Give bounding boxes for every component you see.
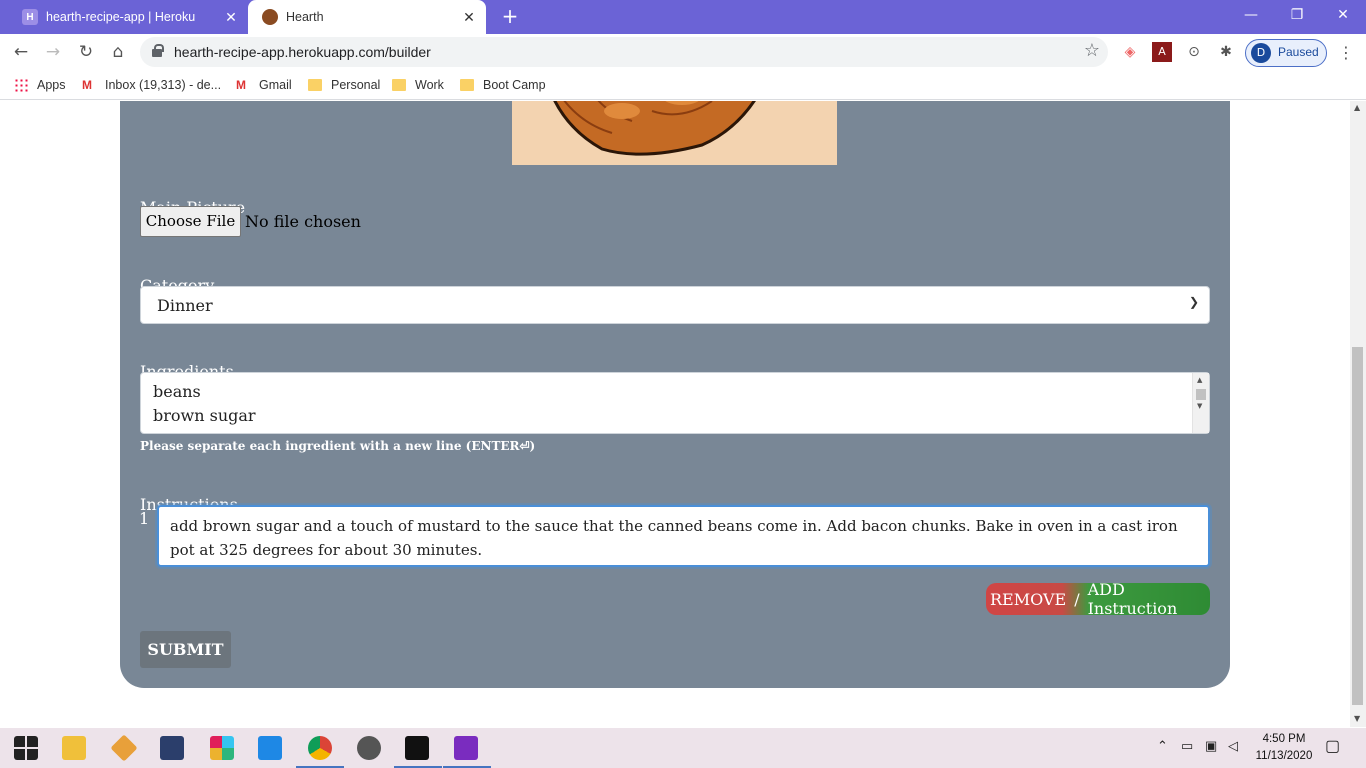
- kebab-menu-icon[interactable]: ⋮: [1338, 43, 1354, 62]
- submit-button[interactable]: SUBMIT: [140, 631, 231, 668]
- gmail-icon: M: [82, 78, 92, 92]
- gmail-icon: M: [236, 78, 246, 92]
- bookmark-label: Personal: [331, 78, 381, 92]
- page-scrollbar[interactable]: ▲ ▼: [1350, 101, 1366, 727]
- remove-instruction-button[interactable]: REMOVE: [990, 590, 1066, 609]
- bookmark-apps[interactable]: Apps: [14, 76, 66, 94]
- extension-icon[interactable]: ◈: [1120, 42, 1140, 62]
- folder-icon: [308, 79, 322, 91]
- bookmark-personal[interactable]: Personal: [308, 76, 380, 94]
- ingredient-line: brown sugar: [153, 406, 256, 425]
- tab-heroku[interactable]: H hearth-recipe-app | Heroku ✕: [8, 0, 248, 34]
- instruction-textarea[interactable]: add brown sugar and a touch of mustard t…: [157, 505, 1210, 567]
- vscode-icon[interactable]: [258, 736, 282, 760]
- windows-start-icon[interactable]: [14, 736, 38, 760]
- scroll-up-icon[interactable]: ▲: [1197, 376, 1202, 384]
- remove-add-instruction-control: REMOVE / ADD Instruction: [986, 580, 1210, 618]
- bookmark-label: Inbox (19,313) - de...: [105, 78, 222, 92]
- bread-image: [553, 101, 756, 156]
- bookmark-label: Boot Camp: [483, 78, 546, 92]
- address-bar[interactable]: hearth-recipe-app.herokuapp.com/builder …: [140, 37, 1108, 67]
- browser-tab-bar: H hearth-recipe-app | Heroku ✕ Hearth ✕ …: [0, 0, 1366, 34]
- terminal-app-icon[interactable]: [160, 736, 184, 760]
- close-tab-icon[interactable]: ✕: [458, 9, 480, 26]
- tab-title: hearth-recipe-app | Heroku: [46, 10, 196, 24]
- system-clock[interactable]: 4:50 PM 11/13/2020: [1248, 731, 1320, 765]
- choose-file-button[interactable]: Choose File: [140, 206, 241, 237]
- scroll-thumb[interactable]: [1196, 389, 1206, 400]
- windows-taskbar: ⌃ ▭ ▣ ◁ 4:50 PM 11/13/2020 ▢: [0, 728, 1366, 768]
- network-icon[interactable]: ▣: [1205, 738, 1217, 754]
- ingredient-line: beans: [153, 382, 201, 401]
- notifications-icon[interactable]: ▢: [1325, 736, 1340, 756]
- recipe-builder-card: Main Picture Choose File No file chosen …: [120, 101, 1230, 688]
- bookmark-gmail[interactable]: M Gmail: [236, 76, 292, 94]
- separator: /: [1074, 589, 1080, 609]
- file-status-text: No file chosen: [245, 212, 361, 231]
- forward-arrow-icon[interactable]: →: [40, 39, 66, 65]
- puzzle-icon[interactable]: ✱: [1216, 42, 1236, 62]
- bookmark-label: Apps: [37, 78, 66, 92]
- category-select[interactable]: Dinner ❯: [140, 286, 1210, 324]
- command-prompt-icon[interactable]: [405, 736, 429, 760]
- battery-icon[interactable]: ▭: [1181, 738, 1193, 754]
- url-text: hearth-recipe-app.herokuapp.com/builder: [174, 44, 431, 60]
- scroll-down-icon[interactable]: ▼: [1197, 402, 1202, 410]
- hearth-favicon-icon: [262, 9, 278, 25]
- ingredients-hint: Please separate each ingredient with a n…: [140, 439, 536, 453]
- chrome-icon[interactable]: [308, 736, 332, 760]
- volume-icon[interactable]: ◁: [1228, 738, 1238, 754]
- page-viewport: Main Picture Choose File No file chosen …: [0, 101, 1350, 727]
- scroll-thumb[interactable]: [1352, 347, 1363, 705]
- pdf-extension-icon[interactable]: A: [1152, 42, 1172, 62]
- reload-icon[interactable]: ↻: [73, 39, 99, 65]
- browser-toolbar: ← → ↻ ⌂ hearth-recipe-app.herokuapp.com/…: [0, 34, 1366, 70]
- bookmark-inbox[interactable]: M Inbox (19,313) - de...: [82, 76, 221, 94]
- onenote-icon[interactable]: [454, 736, 478, 760]
- scroll-up-icon[interactable]: ▲: [1354, 103, 1360, 112]
- restore-icon[interactable]: ❐: [1274, 0, 1320, 30]
- profile-status: Paused: [1278, 45, 1319, 59]
- back-arrow-icon[interactable]: ←: [8, 39, 34, 65]
- scroll-down-icon[interactable]: ▼: [1354, 714, 1360, 723]
- globe-icon[interactable]: [357, 736, 381, 760]
- bookmark-label: Work: [415, 78, 444, 92]
- clock-time: 4:50 PM: [1262, 733, 1306, 745]
- bookmark-star-icon[interactable]: ☆: [1084, 40, 1100, 61]
- bookmark-boot-camp[interactable]: Boot Camp: [460, 76, 546, 94]
- tab-hearth[interactable]: Hearth ✕: [248, 0, 486, 34]
- app-icon[interactable]: [110, 734, 138, 762]
- file-explorer-icon[interactable]: [62, 736, 86, 760]
- bookmark-label: Gmail: [259, 78, 292, 92]
- avatar: D: [1251, 43, 1271, 63]
- close-tab-icon[interactable]: ✕: [220, 9, 242, 26]
- folder-icon: [460, 79, 474, 91]
- bookmark-work[interactable]: Work: [392, 76, 444, 94]
- ingredients-textarea[interactable]: beans brown sugar ▲ ▼: [140, 372, 1210, 434]
- tab-title: Hearth: [286, 10, 324, 24]
- add-instruction-button[interactable]: ADD Instruction: [1088, 580, 1210, 618]
- home-icon[interactable]: ⌂: [105, 39, 131, 65]
- folder-icon: [392, 79, 406, 91]
- bookmarks-bar: Apps M Inbox (19,313) - de... M Gmail Pers…: [0, 70, 1366, 100]
- chevron-down-icon: ❯: [1188, 295, 1199, 309]
- profile-button[interactable]: D Paused: [1245, 39, 1327, 67]
- new-tab-icon[interactable]: +: [498, 4, 522, 28]
- slack-icon[interactable]: [210, 736, 234, 760]
- instruction-text: add brown sugar and a touch of mustard t…: [170, 517, 1178, 559]
- extension-icon[interactable]: ⊙: [1184, 42, 1204, 62]
- apps-grid-icon: [14, 78, 28, 92]
- window-close-icon[interactable]: ✕: [1320, 0, 1366, 30]
- minimize-icon[interactable]: —: [1228, 0, 1274, 30]
- category-selected-value: Dinner: [157, 296, 213, 315]
- instruction-number: 1: [139, 509, 150, 528]
- textarea-scrollbar[interactable]: ▲ ▼: [1192, 373, 1209, 433]
- lock-icon: [152, 44, 164, 57]
- recipe-image-preview: [512, 101, 837, 165]
- clock-date: 11/13/2020: [1255, 750, 1313, 762]
- chevron-up-icon[interactable]: ⌃: [1157, 738, 1168, 754]
- heroku-icon: H: [22, 9, 38, 25]
